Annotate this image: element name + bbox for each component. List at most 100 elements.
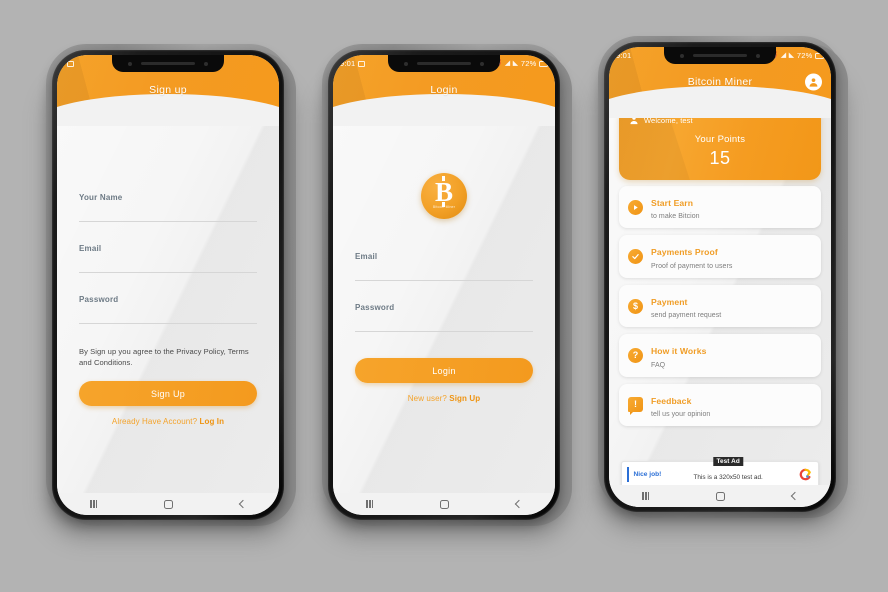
home-icon[interactable]	[716, 491, 726, 501]
points-card: Welcome, test Your Points 15	[619, 108, 821, 180]
go-to-login-link[interactable]: Already Have Account? Log In	[79, 417, 257, 426]
login-content: B Bitcoin Miner Email Password Login New…	[333, 107, 555, 493]
switch-link-text: Sign Up	[449, 394, 481, 403]
field-label-your-name: Your Name	[79, 193, 123, 202]
phone-body: 9:01 ⏰ ◢ ◣ 72% Login	[328, 50, 560, 520]
menu-item-title: Payments Proof	[651, 247, 718, 258]
page-title: Bitcoin Miner	[687, 75, 753, 88]
phone-notch	[388, 55, 500, 72]
screen-body-home: Welcome, test Your Points 15 Start Earn …	[609, 99, 831, 485]
login-form: Email Password Login New user? Sign Up	[333, 219, 555, 403]
field-underline-password[interactable]	[355, 331, 533, 332]
screen-body-signup: Your Name Email Password By Sign up you …	[57, 107, 279, 493]
menu-item-payments-proof[interactable]: Payments Proof Proof of payment to users	[619, 235, 821, 278]
back-icon[interactable]	[514, 499, 523, 509]
sensor-dot-icon	[480, 61, 484, 66]
menu-item-subtitle: FAQ	[651, 361, 666, 369]
battery-icon	[539, 60, 549, 67]
back-icon[interactable]	[238, 499, 247, 509]
field-underline-your-name[interactable]	[79, 221, 257, 222]
recent-apps-icon[interactable]	[642, 492, 650, 500]
phone-inner: Sign up Your Name Email Password By Sign…	[57, 55, 279, 515]
status-bar-left: 9:01	[340, 59, 366, 68]
admob-icon	[798, 467, 813, 482]
earpiece-speaker-icon	[693, 54, 747, 57]
battery-percent: 72%	[520, 59, 537, 68]
ad-body-wrap: Test Ad This is a 320x50 test ad.	[661, 456, 795, 484]
feedback-icon: !	[628, 397, 643, 415]
back-icon[interactable]	[790, 491, 799, 501]
menu-item-start-earn[interactable]: Start Earn to make Bitcion	[619, 186, 821, 229]
phone-mockup-signup: Sign up Your Name Email Password By Sign…	[42, 44, 298, 542]
phone-mockup-home: 9:01 ⏰ ◢ ◣ 72% Bitcoin Miner	[594, 36, 850, 534]
menu-item-how-it-works[interactable]: ? How it Works FAQ	[619, 334, 821, 377]
field-label-email: Email	[79, 244, 102, 253]
sign-up-button[interactable]: Sign Up	[79, 381, 257, 406]
field-underline-email[interactable]	[79, 272, 257, 273]
header-title-row: Bitcoin Miner	[609, 64, 831, 99]
home-content: Welcome, test Your Points 15 Start Earn …	[609, 108, 831, 485]
wifi-icon: ◢	[504, 60, 511, 67]
ad-headline: Nice job!	[633, 471, 662, 478]
terms-text: By Sign up you agree to the Privacy Poli…	[79, 347, 249, 367]
recent-apps-icon[interactable]	[90, 500, 98, 508]
phone-mockup-login: 9:01 ⏰ ◢ ◣ 72% Login	[318, 44, 574, 542]
switch-prefix-text: New user?	[407, 394, 450, 403]
earpiece-speaker-icon	[141, 62, 195, 65]
bitcoin-logo-icon: B Bitcoin Miner	[421, 173, 467, 219]
menu-item-title: Start Earn	[651, 198, 694, 208]
bitcoin-symbol: B	[434, 176, 453, 207]
phone-body: 9:01 ⏰ ◢ ◣ 72% Bitcoin Miner	[604, 42, 836, 512]
screen-home: 9:01 ⏰ ◢ ◣ 72% Bitcoin Miner	[609, 47, 831, 507]
menu-item-subtitle: to make Bitcion	[651, 213, 700, 221]
menu-item-title: Payment	[651, 296, 688, 307]
screen-signup: Sign up Your Name Email Password By Sign…	[57, 55, 279, 515]
camera-dot-icon	[680, 53, 684, 58]
android-nav-bar	[333, 493, 555, 515]
ad-banner[interactable]: Nice job! Test Ad This is a 320x50 test …	[621, 456, 819, 485]
signup-form: Your Name Email Password By Sign up you …	[57, 107, 279, 426]
avatar[interactable]	[805, 73, 822, 90]
android-nav-bar	[57, 493, 279, 515]
field-underline-email[interactable]	[355, 280, 533, 281]
earpiece-speaker-icon	[417, 62, 471, 65]
signal-icon: ◣	[512, 60, 519, 67]
menu-item-text: Start Earn to make Bitcion	[651, 193, 700, 221]
field-email: Email	[355, 252, 533, 281]
menu-item-payment[interactable]: $ Payment send payment request	[619, 284, 821, 328]
menu-item-subtitle: tell us your opinion	[651, 411, 711, 419]
home-icon[interactable]	[164, 499, 174, 509]
status-time: 9:01	[340, 59, 356, 68]
menu-item-text: Payment send payment request	[651, 292, 721, 320]
login-button[interactable]: Login	[355, 358, 533, 383]
field-label-password: Password	[355, 303, 395, 312]
recent-apps-icon[interactable]	[366, 500, 374, 508]
status-bar-right: ⏰ ◢ ◣ 72%	[769, 51, 825, 60]
menu-item-subtitle: Proof of payment to users	[651, 262, 733, 270]
phone-inner: 9:01 ⏰ ◢ ◣ 72% Login	[333, 55, 555, 515]
field-email: Email	[79, 244, 257, 273]
field-underline-password[interactable]	[79, 323, 257, 324]
go-to-signup-link[interactable]: New user? Sign Up	[355, 394, 533, 403]
field-label-password: Password	[79, 295, 119, 304]
check-icon	[628, 249, 643, 265]
menu-item-feedback[interactable]: ! Feedback tell us your opinion	[619, 383, 821, 427]
image-icon	[358, 60, 366, 67]
header-title-row: Login	[333, 72, 555, 107]
play-icon	[628, 199, 643, 215]
screen-login: 9:01 ⏰ ◢ ◣ 72% Login	[333, 55, 555, 515]
field-password: Password	[79, 295, 257, 324]
field-label-email: Email	[355, 252, 378, 261]
camera-dot-icon	[404, 61, 408, 66]
ad-body-text: This is a 320x50 test ad.	[693, 473, 763, 481]
battery-icon	[815, 52, 825, 59]
page-title: Sign up	[149, 83, 187, 96]
dollar-icon: $	[628, 298, 643, 314]
home-icon[interactable]	[440, 499, 450, 509]
switch-link-text: Log In	[199, 417, 225, 426]
header-title-row: Sign up	[57, 72, 279, 107]
field-password: Password	[355, 303, 533, 332]
menu-item-title: Feedback	[651, 395, 692, 406]
camera-dot-icon	[128, 61, 132, 66]
android-nav-bar	[609, 485, 831, 507]
